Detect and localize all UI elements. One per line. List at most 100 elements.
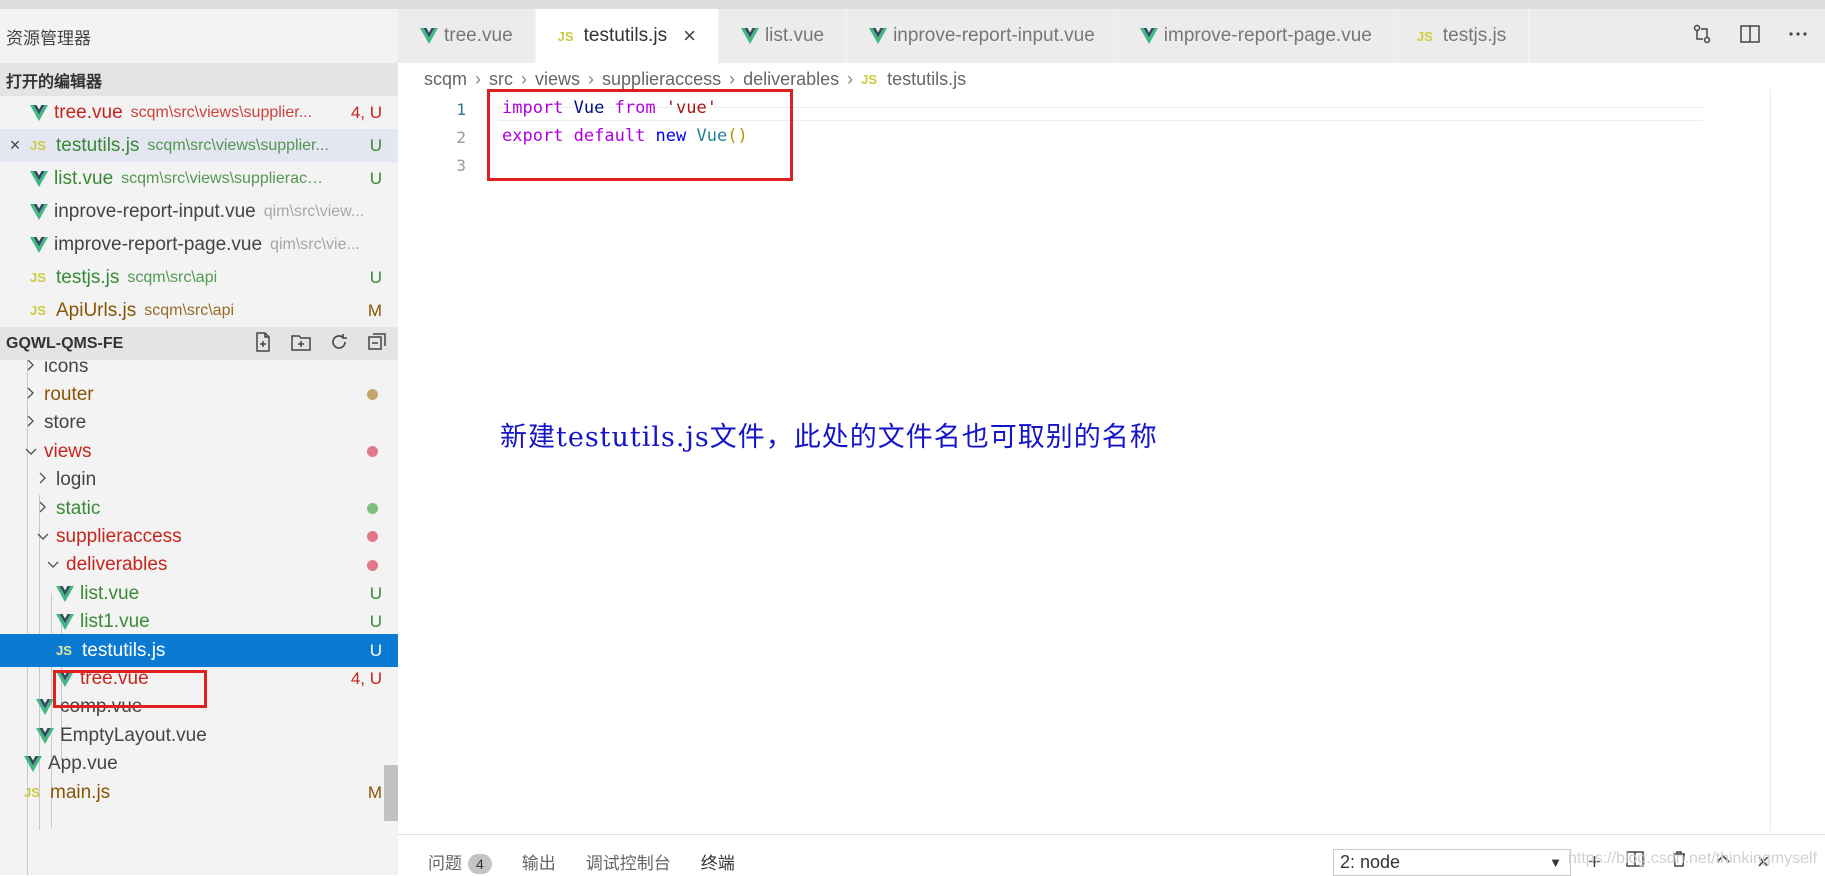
- breadcrumb-item[interactable]: supplieraccess: [602, 69, 721, 90]
- tab-label: list.vue: [764, 25, 825, 46]
- more-actions-icon[interactable]: [1787, 23, 1809, 50]
- tab-list-vue[interactable]: list.vue: [719, 9, 848, 63]
- js-icon: JS: [24, 785, 40, 800]
- collapse-all-icon[interactable]: [366, 331, 390, 355]
- vue-icon: [30, 104, 48, 121]
- vue-icon: [36, 699, 54, 716]
- vue-icon: [420, 28, 438, 44]
- new-folder-icon[interactable]: [290, 331, 314, 355]
- chevron-icon: [36, 469, 50, 491]
- refresh-icon[interactable]: [328, 331, 352, 355]
- tree-item[interactable]: JS main.js M: [0, 776, 398, 809]
- git-status: M: [367, 782, 382, 802]
- tab-label: inprove-report-input.vue: [893, 25, 1095, 46]
- split-editor-icon[interactable]: [1739, 23, 1761, 50]
- dropdown-arrow-icon: ▼: [1549, 855, 1562, 870]
- tree-item-label: App.vue: [48, 753, 118, 775]
- file-highlight-box: [53, 670, 207, 708]
- breadcrumb-item[interactable]: views: [535, 69, 580, 90]
- js-icon: JS: [557, 28, 574, 44]
- tree-item-label: list.vue: [80, 582, 140, 604]
- open-editor-path: scqm\src\api: [144, 301, 235, 319]
- js-icon: JS: [861, 71, 878, 87]
- open-editor-item[interactable]: inprove-report-input.vue qim\src\view...: [0, 195, 398, 228]
- vue-icon: [869, 28, 888, 44]
- git-status: 4, U: [350, 102, 382, 122]
- vue-icon: [30, 170, 48, 187]
- modified-dot: [367, 531, 378, 543]
- explorer-title: 资源管理器: [6, 28, 91, 48]
- open-editors-list: tree.vue scqm\src\views\supplier... 4, U × J…: [0, 96, 398, 327]
- open-editor-path: scqm\src\views\supplier...: [147, 136, 329, 154]
- js-icon: JS: [30, 270, 46, 285]
- breadcrumb-separator-icon: ›: [588, 68, 595, 89]
- tab-terminal[interactable]: 终端: [701, 849, 735, 874]
- vue-icon: [1139, 28, 1158, 44]
- tab-debug-console[interactable]: 调试控制台: [586, 849, 671, 874]
- git-status: U: [369, 168, 382, 188]
- open-editor-path: scqm\src\views\supplier...: [130, 103, 313, 121]
- tab-inprove-report-input-vue[interactable]: inprove-report-input.vue: [847, 9, 1118, 63]
- close-icon[interactable]: ×: [683, 23, 696, 49]
- modified-dot: [367, 389, 378, 401]
- open-editor-name: improve-report-page.vue: [54, 233, 263, 255]
- editor-tabs: tree.vue JS testutils.js × list.vue inprove-r…: [398, 9, 1825, 63]
- open-editor-item[interactable]: list.vue scqm\src\views\supplieracc... U: [0, 162, 398, 195]
- sidebar-scrollbar[interactable]: [384, 765, 398, 821]
- modified-dot: [367, 559, 378, 571]
- breadcrumb-separator-icon: ›: [847, 68, 854, 89]
- tab-testutils-js[interactable]: JS testutils.js ×: [535, 9, 719, 63]
- js-icon: JS: [30, 303, 46, 318]
- tab-problems[interactable]: 问题 4: [428, 849, 492, 874]
- open-editors-header[interactable]: 打开的编辑器: [0, 63, 398, 96]
- open-editor-item[interactable]: × JS testutils.js scqm\src\views\supplier..…: [0, 129, 398, 162]
- git-status: 4, U: [350, 668, 382, 688]
- close-icon[interactable]: ×: [0, 135, 30, 156]
- new-file-icon[interactable]: [252, 331, 276, 355]
- editor-actions: [1691, 9, 1825, 63]
- tree-item-label: supplieraccess: [56, 525, 182, 547]
- open-editor-name: ApiUrls.js: [56, 299, 137, 321]
- git-status: U: [369, 640, 382, 660]
- breadcrumb-separator-icon: ›: [475, 68, 482, 89]
- tab-tree-vue[interactable]: tree.vue: [398, 9, 536, 63]
- workspace-header[interactable]: GQWL-QMS-FE: [0, 327, 398, 360]
- code-highlight-box: [487, 89, 793, 181]
- vue-icon: [36, 727, 54, 744]
- tree-item-label: EmptyLayout.vue: [60, 724, 207, 746]
- tab-improve-report-page-vue[interactable]: improve-report-page.vue: [1118, 9, 1395, 63]
- open-editor-path: scqm\src\views\supplieracc...: [121, 169, 327, 187]
- js-icon: JS: [56, 643, 72, 658]
- chevron-icon: [24, 441, 38, 463]
- open-editor-path: scqm\src\api: [127, 268, 218, 286]
- tree-item-label: router: [44, 383, 94, 405]
- open-editor-item[interactable]: tree.vue scqm\src\views\supplier... 4, U: [0, 96, 398, 129]
- tab-testjs-js[interactable]: JS testjs.js: [1395, 9, 1530, 63]
- open-editor-item[interactable]: JS ApiUrls.js scqm\src\api M: [0, 294, 398, 327]
- vue-icon: [56, 585, 74, 602]
- watermark-text: https://blog.csdn.net/thinkingmyself: [1568, 850, 1818, 867]
- open-editor-item[interactable]: JS testjs.js scqm\src\api U: [0, 261, 398, 294]
- modified-dot: [367, 503, 378, 514]
- compare-icon[interactable]: [1691, 23, 1713, 50]
- tab-label: testjs.js: [1442, 25, 1507, 46]
- tree-item-label: testutils.js: [82, 639, 166, 661]
- open-editor-name: testjs.js: [56, 266, 120, 288]
- open-editor-name: list.vue: [54, 167, 114, 189]
- breadcrumb-item[interactable]: scqm: [424, 69, 467, 90]
- open-editor-path: qim\src\vie...: [270, 235, 360, 253]
- breadcrumb-separator-icon: ›: [729, 68, 736, 89]
- git-status: U: [369, 135, 382, 155]
- breadcrumb-item[interactable]: src: [489, 69, 513, 90]
- terminal-select[interactable]: 2: node ▼: [1333, 849, 1571, 876]
- tab-output[interactable]: 输出: [522, 849, 556, 874]
- chevron-icon: [36, 526, 50, 548]
- open-editor-item[interactable]: improve-report-page.vue qim\src\vie...: [0, 228, 398, 261]
- breadcrumb-item[interactable]: testutils.js: [887, 69, 966, 90]
- tree-item-label: store: [44, 412, 87, 434]
- tab-label: testutils.js: [583, 25, 668, 46]
- chevron-icon: [36, 498, 50, 520]
- git-status: U: [369, 583, 382, 603]
- breadcrumb-item[interactable]: deliverables: [743, 69, 839, 90]
- tree-item-label: deliverables: [66, 554, 168, 576]
